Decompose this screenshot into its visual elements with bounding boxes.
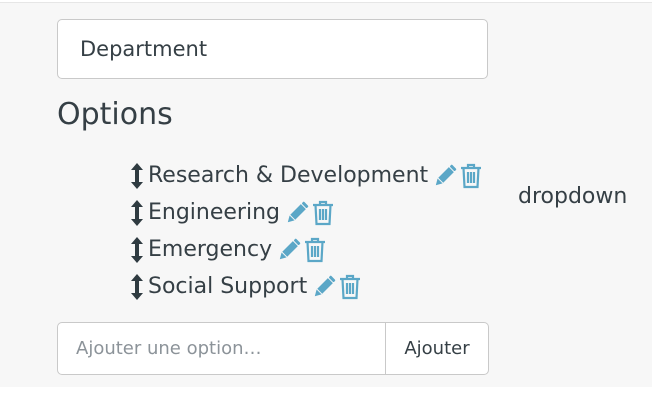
option-label: Social Support: [148, 274, 308, 299]
field-editor-panel: Options Research & Development: [0, 2, 652, 387]
drag-handle-icon[interactable]: [127, 236, 147, 264]
option-item: Research & Development: [127, 157, 484, 194]
pencil-icon[interactable]: [284, 199, 310, 227]
trash-icon[interactable]: [458, 162, 484, 190]
add-option-input[interactable]: [57, 322, 386, 375]
option-label: Research & Development: [148, 163, 429, 188]
option-label: Engineering: [148, 200, 280, 225]
trash-icon[interactable]: [337, 273, 363, 301]
drag-handle-icon[interactable]: [127, 199, 147, 227]
options-heading: Options: [57, 97, 173, 132]
drag-handle-icon[interactable]: [127, 162, 147, 190]
add-option-button[interactable]: Ajouter: [386, 322, 489, 375]
option-item: Engineering: [127, 194, 484, 231]
drag-handle-icon[interactable]: [127, 273, 147, 301]
option-label: Emergency: [148, 237, 273, 262]
field-name-input[interactable]: [57, 19, 488, 79]
pencil-icon[interactable]: [276, 236, 302, 264]
pencil-icon[interactable]: [432, 162, 458, 190]
trash-icon[interactable]: [302, 236, 328, 264]
trash-icon[interactable]: [310, 199, 336, 227]
add-option-group: Ajouter: [57, 322, 489, 375]
option-item: Social Support: [127, 268, 484, 305]
pencil-icon[interactable]: [311, 273, 337, 301]
option-item: Emergency: [127, 231, 484, 268]
field-type-label: dropdown: [518, 184, 628, 209]
option-list: Research & Development Engineering Emerg…: [127, 157, 484, 305]
